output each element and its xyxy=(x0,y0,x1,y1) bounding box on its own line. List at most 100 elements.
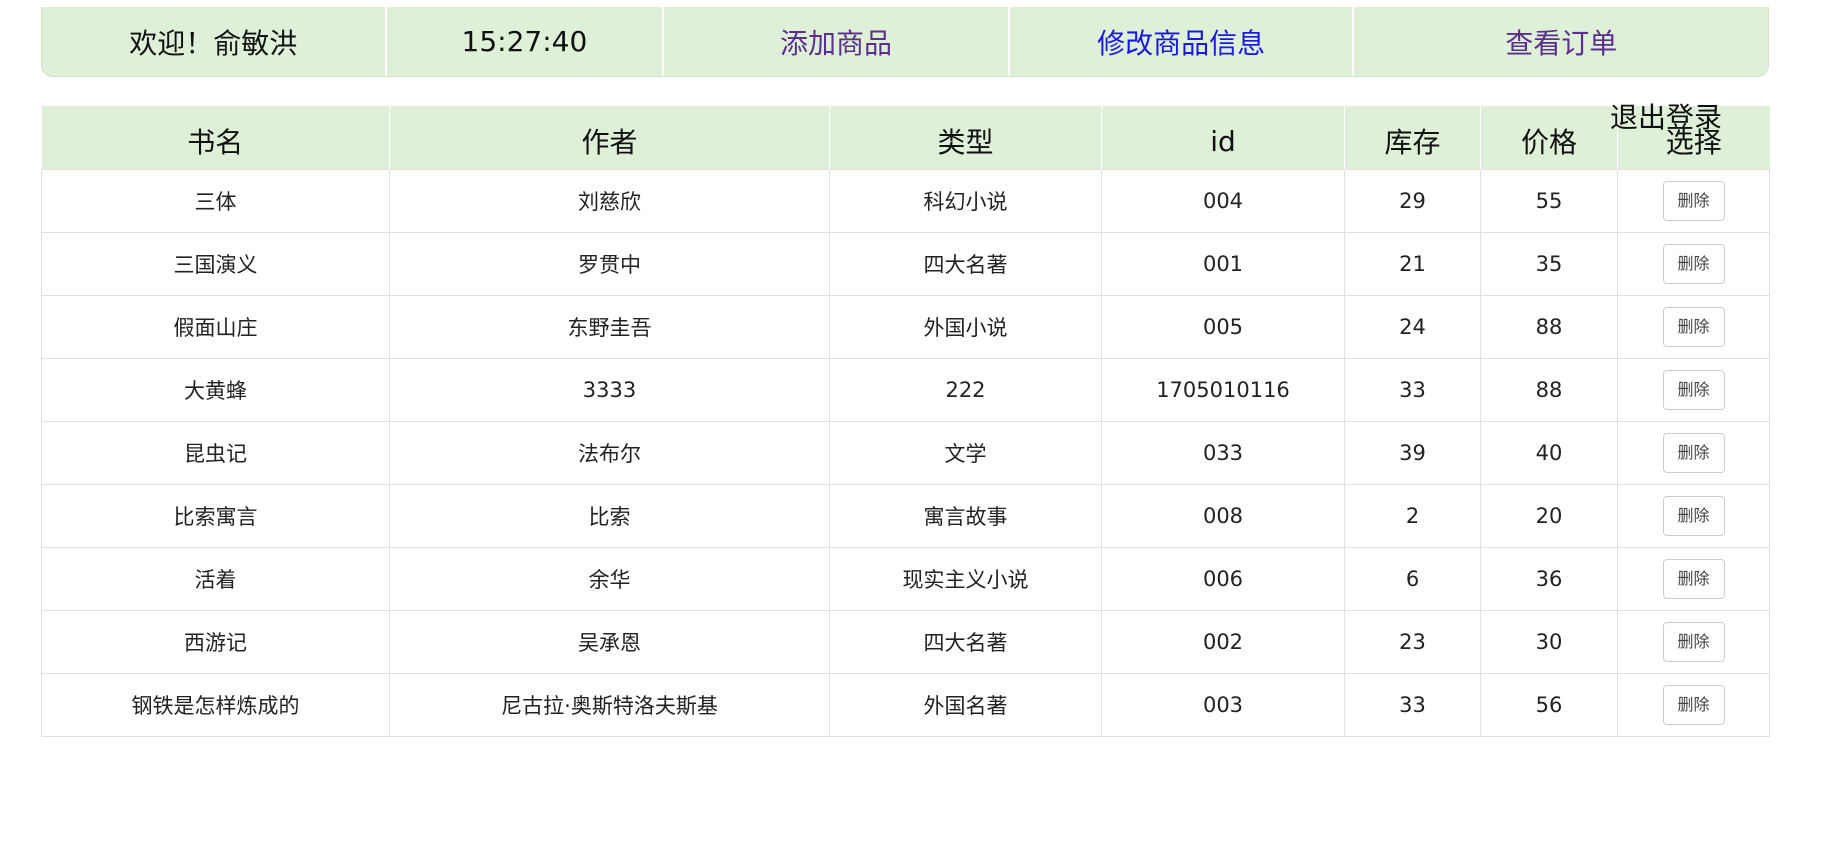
cell-title: 钢铁是怎样炼成的 xyxy=(41,672,390,737)
cell-stock: 39 xyxy=(1344,420,1481,485)
table-row: 三国演义 罗贯中 四大名著 001 21 35 删除 xyxy=(41,231,1770,296)
table-row: 钢铁是怎样炼成的 尼古拉·奥斯特洛夫斯基 外国名著 003 33 56 删除 xyxy=(41,672,1770,737)
cell-type: 外国名著 xyxy=(829,672,1102,737)
cell-title: 比索寓言 xyxy=(41,483,390,548)
cell-author: 罗贯中 xyxy=(389,231,830,296)
table-row: 西游记 吴承恩 四大名著 002 23 30 删除 xyxy=(41,609,1770,674)
cell-title: 西游记 xyxy=(41,609,390,674)
cell-id: 003 xyxy=(1101,672,1345,737)
cell-id: 1705010116 xyxy=(1101,357,1345,422)
column-header-id: id xyxy=(1101,106,1345,169)
cell-author: 东野圭吾 xyxy=(389,294,830,359)
cell-select: 删除 xyxy=(1617,483,1770,548)
delete-button[interactable]: 删除 xyxy=(1662,558,1725,599)
cell-id: 008 xyxy=(1101,483,1345,548)
cell-select: 删除 xyxy=(1617,168,1770,233)
cell-price: 56 xyxy=(1480,672,1618,737)
cell-select: 删除 xyxy=(1617,672,1770,737)
table-row: 大黄蜂 3333 222 1705010116 33 88 删除 xyxy=(41,357,1770,422)
column-header-price: 价格 xyxy=(1480,106,1618,169)
cell-select: 删除 xyxy=(1617,546,1770,611)
cell-title: 假面山庄 xyxy=(41,294,390,359)
delete-button[interactable]: 删除 xyxy=(1662,684,1725,725)
cell-title: 三国演义 xyxy=(41,231,390,296)
delete-button[interactable]: 删除 xyxy=(1662,180,1725,221)
table-row: 比索寓言 比索 寓言故事 008 2 20 删除 xyxy=(41,483,1770,548)
cell-type: 四大名著 xyxy=(829,609,1102,674)
cell-select: 删除 xyxy=(1617,231,1770,296)
cell-title: 活着 xyxy=(41,546,390,611)
cell-author: 比索 xyxy=(389,483,830,548)
table-header-row: 书名 作者 类型 id 库存 价格 选择 xyxy=(41,106,1770,169)
nav-cell-orders: 查看订单 xyxy=(1354,7,1768,76)
cell-id: 006 xyxy=(1101,546,1345,611)
cell-stock: 29 xyxy=(1344,168,1481,233)
column-header-stock: 库存 xyxy=(1344,106,1481,169)
cell-select: 删除 xyxy=(1617,294,1770,359)
top-nav-bar: 欢迎！俞敏洪 15:27:40 添加商品 修改商品信息 查看订单 xyxy=(41,7,1769,77)
cell-id: 033 xyxy=(1101,420,1345,485)
delete-button[interactable]: 删除 xyxy=(1662,432,1725,473)
table-body: 三体 刘慈欣 科幻小说 004 29 55 删除 三国演义 罗贯中 四大名著 001 21 35 删除 假面… xyxy=(41,168,1770,737)
cell-title: 三体 xyxy=(41,168,390,233)
column-header-author: 作者 xyxy=(389,106,830,169)
cell-type: 科幻小说 xyxy=(829,168,1102,233)
cell-author: 3333 xyxy=(389,357,830,422)
cell-author: 刘慈欣 xyxy=(389,168,830,233)
cell-type: 现实主义小说 xyxy=(829,546,1102,611)
nav-cell-add: 添加商品 xyxy=(664,7,1010,76)
table-row: 昆虫记 法布尔 文学 033 39 40 删除 xyxy=(41,420,1770,485)
cell-type: 寓言故事 xyxy=(829,483,1102,548)
cell-stock: 33 xyxy=(1344,357,1481,422)
cell-id: 005 xyxy=(1101,294,1345,359)
cell-type: 222 xyxy=(829,357,1102,422)
cell-price: 40 xyxy=(1480,420,1618,485)
welcome-text: 欢迎！俞敏洪 xyxy=(42,7,387,76)
delete-button[interactable]: 删除 xyxy=(1662,621,1725,662)
delete-button[interactable]: 删除 xyxy=(1662,243,1725,284)
cell-price: 55 xyxy=(1480,168,1618,233)
cell-price: 20 xyxy=(1480,483,1618,548)
cell-id: 004 xyxy=(1101,168,1345,233)
cell-select: 删除 xyxy=(1617,609,1770,674)
cell-id: 001 xyxy=(1101,231,1345,296)
delete-button[interactable]: 删除 xyxy=(1662,495,1725,536)
cell-price: 30 xyxy=(1480,609,1618,674)
cell-price: 88 xyxy=(1480,357,1618,422)
cell-price: 35 xyxy=(1480,231,1618,296)
cell-type: 四大名著 xyxy=(829,231,1102,296)
cell-stock: 6 xyxy=(1344,546,1481,611)
cell-id: 002 xyxy=(1101,609,1345,674)
delete-button[interactable]: 删除 xyxy=(1662,369,1725,410)
cell-type: 外国小说 xyxy=(829,294,1102,359)
table-row: 三体 刘慈欣 科幻小说 004 29 55 删除 xyxy=(41,168,1770,233)
cell-stock: 21 xyxy=(1344,231,1481,296)
cell-price: 88 xyxy=(1480,294,1618,359)
cell-author: 法布尔 xyxy=(389,420,830,485)
cell-author: 吴承恩 xyxy=(389,609,830,674)
cell-stock: 2 xyxy=(1344,483,1481,548)
column-header-type: 类型 xyxy=(829,106,1102,169)
column-header-title: 书名 xyxy=(41,106,390,169)
table-row: 假面山庄 东野圭吾 外国小说 005 24 88 删除 xyxy=(41,294,1770,359)
cell-price: 36 xyxy=(1480,546,1618,611)
clock-display: 15:27:40 xyxy=(387,7,665,76)
cell-select: 删除 xyxy=(1617,420,1770,485)
delete-button[interactable]: 删除 xyxy=(1662,306,1725,347)
cell-author: 尼古拉·奥斯特洛夫斯基 xyxy=(389,672,830,737)
book-table: 书名 作者 类型 id 库存 价格 选择 三体 刘慈欣 科幻小说 004 29 55 删除三… xyxy=(41,106,1770,737)
add-product-link[interactable]: 添加商品 xyxy=(780,22,892,62)
cell-author: 余华 xyxy=(389,546,830,611)
cell-title: 昆虫记 xyxy=(41,420,390,485)
cell-stock: 24 xyxy=(1344,294,1481,359)
nav-cell-edit: 修改商品信息 xyxy=(1010,7,1355,76)
cell-stock: 33 xyxy=(1344,672,1481,737)
cell-stock: 23 xyxy=(1344,609,1481,674)
cell-type: 文学 xyxy=(829,420,1102,485)
logout-button[interactable]: 退出登录 xyxy=(1610,96,1722,136)
view-orders-link[interactable]: 查看订单 xyxy=(1505,22,1617,62)
edit-product-link[interactable]: 修改商品信息 xyxy=(1097,22,1265,62)
table-row: 活着 余华 现实主义小说 006 6 36 删除 xyxy=(41,546,1770,611)
cell-select: 删除 xyxy=(1617,357,1770,422)
cell-title: 大黄蜂 xyxy=(41,357,390,422)
